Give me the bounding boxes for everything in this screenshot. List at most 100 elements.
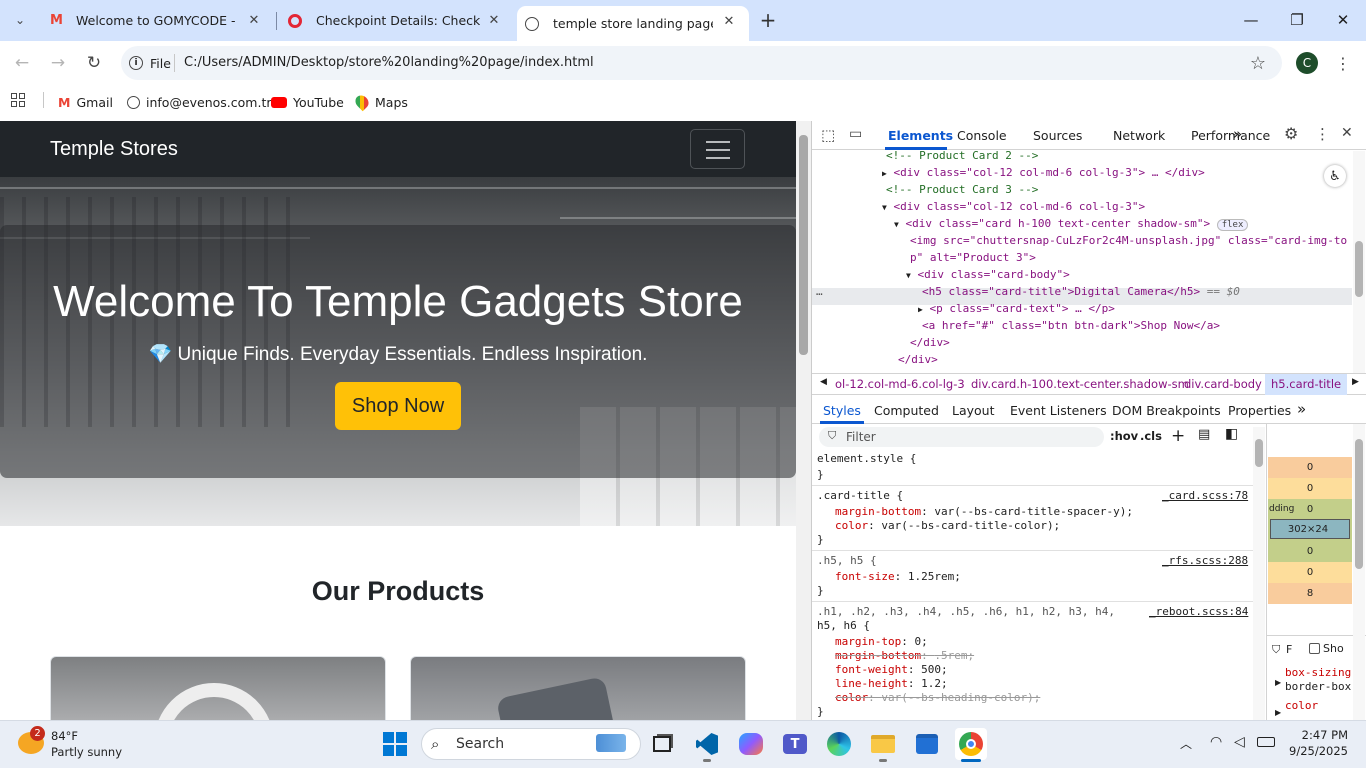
dom-line[interactable]: <!-- Product Card 2 --> bbox=[886, 151, 1038, 164]
rule-selector[interactable]: .h5, h5 { bbox=[817, 554, 877, 568]
close-devtools-icon[interactable]: ✕ bbox=[1341, 125, 1353, 141]
clock-date[interactable]: 9/25/2025 bbox=[1280, 744, 1348, 758]
url-text[interactable]: C:/Users/ADMIN/Desktop/store%20landing%2… bbox=[184, 55, 594, 70]
subtab-dom-breakpoints[interactable]: DOM Breakpoints bbox=[1112, 403, 1221, 418]
inspect-element-icon[interactable]: ⬚ bbox=[821, 126, 835, 144]
devtools-tab-network[interactable]: Network bbox=[1113, 128, 1165, 143]
show-hidden-icons-chevron[interactable]: ︿ bbox=[1180, 735, 1192, 752]
class-toggle[interactable]: .cls bbox=[1140, 429, 1162, 443]
hover-state-toggle[interactable]: :hov bbox=[1110, 429, 1138, 443]
devtools-menu-icon[interactable]: ⋮ bbox=[1315, 125, 1330, 143]
shop-now-button[interactable]: Shop Now bbox=[335, 382, 461, 430]
devtools-tab-console[interactable]: Console bbox=[957, 128, 1007, 143]
css-declaration[interactable]: margin-bottom: var(--bs-card-title-space… bbox=[835, 505, 1133, 519]
show-all-checkbox[interactable] bbox=[1309, 643, 1320, 654]
new-rule-plus-icon[interactable]: + bbox=[1171, 426, 1185, 446]
apps-grid-icon[interactable] bbox=[11, 93, 27, 107]
battery-icon[interactable] bbox=[1257, 737, 1275, 747]
subtab-properties[interactable]: Properties bbox=[1228, 403, 1291, 418]
margin-top-value[interactable]: 0 bbox=[1268, 457, 1352, 478]
brand-logo[interactable]: Temple Stores bbox=[50, 138, 178, 161]
css-declaration-overridden[interactable]: color: var(--bs-heading-color); bbox=[835, 691, 1040, 705]
dom-line[interactable]: <img src="chuttersnap-CuLzFor2c4M-unspla… bbox=[910, 232, 1347, 249]
device-toolbar-icon[interactable]: ▭ bbox=[849, 126, 862, 142]
dom-line[interactable]: </div> bbox=[910, 334, 950, 351]
minimize-icon[interactable]: — bbox=[1228, 0, 1274, 40]
paint-icon[interactable]: ▤ bbox=[1198, 427, 1210, 442]
chrome-icon[interactable] bbox=[955, 728, 987, 760]
subtab-layout[interactable]: Layout bbox=[952, 403, 995, 418]
site-info-chip[interactable]: i File bbox=[129, 55, 171, 71]
file-explorer-icon[interactable] bbox=[867, 728, 899, 760]
css-declaration[interactable]: margin-top: 0; bbox=[835, 635, 928, 649]
margin-bottom-value[interactable]: 8 bbox=[1268, 583, 1352, 604]
padding-bottom-value[interactable]: 0 bbox=[1268, 541, 1352, 562]
bookmark-evenos[interactable]: info@evenos.com.tr bbox=[127, 92, 272, 112]
dom-line[interactable]: ▼ <div class="col-12 col-md-6 col-lg-3"> bbox=[882, 198, 1145, 216]
dom-line[interactable]: p" alt="Product 3"> bbox=[910, 249, 1036, 266]
forward-icon[interactable]: → bbox=[44, 49, 72, 77]
flex-badge[interactable]: flex bbox=[1216, 219, 1249, 231]
rule-selector[interactable]: .card-title { bbox=[817, 489, 903, 503]
more-tabs-chevron-icon[interactable]: » bbox=[1233, 125, 1242, 143]
volume-icon[interactable]: ◁ bbox=[1234, 734, 1245, 750]
close-tab-icon[interactable]: ✕ bbox=[244, 10, 264, 30]
rule-source-link[interactable]: _rfs.scss:288 bbox=[1162, 554, 1248, 568]
rule-selector[interactable]: element.style { bbox=[817, 452, 916, 466]
back-icon[interactable]: ← bbox=[8, 49, 36, 77]
vscode-icon[interactable] bbox=[691, 728, 723, 760]
breadcrumb-right-arrow-icon[interactable]: ▶ bbox=[1352, 377, 1359, 387]
copilot-icon[interactable] bbox=[735, 728, 767, 760]
expand-arrow-icon[interactable]: ▶ bbox=[1275, 708, 1281, 717]
dom-line[interactable]: <!-- Product Card 3 --> bbox=[886, 181, 1038, 198]
dom-line-selected[interactable]: <h5 class="card-title">Digital Camera</h… bbox=[922, 283, 1240, 300]
dom-line[interactable]: ▼ <div class="card-body"> bbox=[906, 266, 1070, 284]
node-actions-ellipsis-icon[interactable]: … bbox=[816, 283, 823, 300]
css-declaration[interactable]: font-weight: 500; bbox=[835, 663, 948, 677]
profile-avatar[interactable]: C bbox=[1296, 52, 1318, 74]
rule-source-link[interactable]: _card.scss:78 bbox=[1162, 489, 1248, 503]
devtools-tab-sources[interactable]: Sources bbox=[1033, 128, 1082, 143]
clock-time[interactable]: 2:47 PM bbox=[1280, 728, 1348, 742]
devtools-tab-performance[interactable]: Performance bbox=[1191, 128, 1270, 143]
settings-gear-icon[interactable]: ⚙ bbox=[1284, 124, 1298, 143]
close-tab-icon[interactable]: ✕ bbox=[719, 11, 739, 31]
css-declaration-overridden[interactable]: margin-bottom: .5rem; bbox=[835, 649, 974, 663]
wifi-icon[interactable]: ◠ bbox=[1210, 734, 1222, 750]
dom-scrollbar-thumb[interactable] bbox=[1355, 241, 1363, 297]
computed-filter-funnel-icon[interactable]: ⛉ bbox=[1272, 643, 1280, 657]
padding-top-value[interactable]: 0 bbox=[1268, 499, 1352, 520]
bookmark-gmail[interactable]: M Gmail bbox=[58, 92, 113, 112]
navbar-toggler-button[interactable] bbox=[690, 129, 745, 169]
close-window-icon[interactable]: ✕ bbox=[1320, 0, 1366, 40]
task-view-icon[interactable] bbox=[646, 728, 678, 760]
breadcrumb-item[interactable]: ol-12.col-md-6.col-lg-3 bbox=[835, 377, 965, 391]
styles-scrollbar-thumb[interactable] bbox=[1255, 439, 1263, 467]
close-tab-icon[interactable]: ✕ bbox=[484, 10, 504, 30]
scrollbar-thumb[interactable] bbox=[799, 135, 808, 355]
dom-line[interactable]: ▶ <div class="col-12 col-md-6 col-lg-3">… bbox=[882, 164, 1205, 182]
styles-scrollbar[interactable] bbox=[1253, 427, 1265, 720]
edge-icon[interactable] bbox=[823, 728, 855, 760]
rule-selector-cont[interactable]: h5, h6 { bbox=[817, 619, 870, 633]
subtab-event-listeners[interactable]: Event Listeners bbox=[1010, 403, 1107, 418]
css-declaration[interactable]: font-size: 1.25rem; bbox=[835, 570, 961, 584]
subtab-computed[interactable]: Computed bbox=[874, 403, 939, 418]
border-bottom-value[interactable]: 0 bbox=[1268, 562, 1352, 583]
weather-desc[interactable]: Partly sunny bbox=[51, 745, 122, 759]
expand-arrow-icon[interactable]: ▶ bbox=[1275, 678, 1281, 687]
dom-line[interactable]: ▶ <p class="card-text"> … </p> bbox=[918, 300, 1115, 318]
bookmark-youtube[interactable]: YouTube bbox=[271, 92, 344, 112]
css-declaration[interactable]: line-height: 1.2; bbox=[835, 677, 948, 691]
bookmark-star-icon[interactable]: ☆ bbox=[1244, 49, 1272, 77]
tab-gomycode[interactable]: M Welcome to GOMYCODE - chiji ✕ bbox=[38, 0, 274, 41]
breadcrumb-item[interactable]: div.card.h-100.text-center.shadow-sm bbox=[971, 377, 1189, 391]
computed-prop[interactable]: color bbox=[1285, 699, 1318, 713]
computed-prop[interactable]: box-sizing bbox=[1285, 666, 1351, 680]
boxmodel-scrollbar-thumb[interactable] bbox=[1355, 439, 1363, 569]
start-button[interactable] bbox=[379, 728, 411, 760]
more-subtabs-chevron-icon[interactable]: » bbox=[1297, 400, 1306, 418]
menu-kebab-icon[interactable]: ⋮ bbox=[1329, 49, 1357, 77]
restore-icon[interactable]: ❐ bbox=[1274, 0, 1320, 40]
css-declaration[interactable]: color: var(--bs-card-title-color); bbox=[835, 519, 1060, 533]
